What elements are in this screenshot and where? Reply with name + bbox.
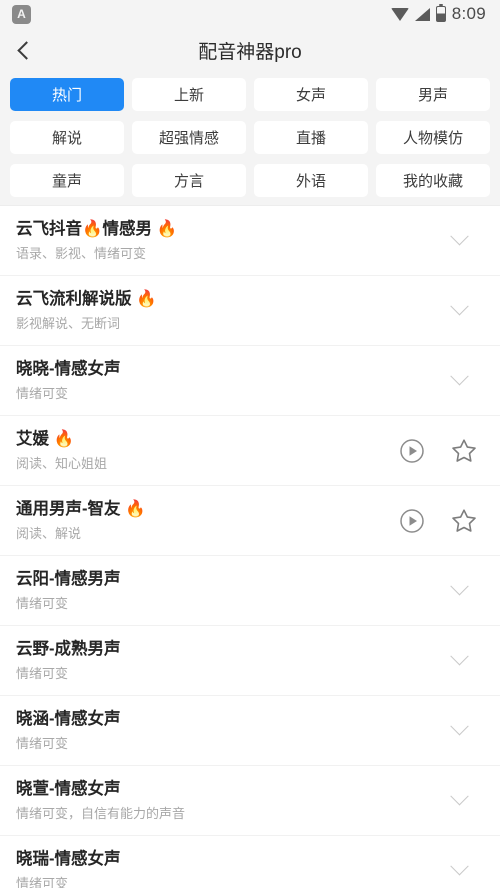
tab-livestream[interactable]: 直播	[254, 121, 368, 154]
star-icon	[452, 438, 476, 462]
chevron-down-icon[interactable]	[450, 367, 469, 386]
voice-description: 阅读、知心姐姐	[16, 456, 108, 472]
list-item-actions	[398, 437, 484, 465]
list-item[interactable]: 晓涵-情感女声 情绪可变	[0, 696, 500, 766]
voice-name: 晓晓-情感女声	[16, 360, 121, 379]
favorite-button[interactable]	[450, 507, 478, 535]
voice-description: 情绪可变，自信有能力的声音	[16, 806, 186, 822]
voice-name: 晓涵-情感女声	[16, 710, 121, 729]
voice-name: 云野-成熟男声	[16, 640, 121, 659]
voice-description: 情绪可变	[16, 876, 69, 888]
chevron-down-icon[interactable]	[450, 577, 469, 596]
voice-name: 云飞抖音🔥情感男 🔥	[16, 220, 178, 239]
chevron-down-icon[interactable]	[450, 297, 469, 316]
back-chevron-icon	[16, 40, 36, 60]
chevron-down-icon[interactable]	[450, 717, 469, 736]
app-bar: 配音神器pro	[0, 28, 500, 72]
voice-name: 晓萱-情感女声	[16, 780, 121, 799]
status-bar-clock: 8:09	[451, 4, 486, 23]
voice-description: 情绪可变	[16, 386, 69, 402]
status-bar-left: A	[12, 4, 31, 24]
list-item-actions	[450, 647, 484, 667]
page-title: 配音神器pro	[198, 41, 302, 63]
list-item[interactable]: 艾媛 🔥 阅读、知心姐姐	[0, 416, 500, 486]
voice-name: 云飞流利解说版 🔥	[16, 290, 157, 309]
back-button[interactable]	[0, 28, 48, 72]
voice-description: 影视解说、无断词	[16, 316, 121, 332]
list-item-actions	[450, 787, 484, 807]
list-item-actions	[450, 367, 484, 387]
voice-name: 云阳-情感男声	[16, 570, 121, 589]
list-item-text: 云野-成熟男声 情绪可变	[16, 639, 453, 681]
voice-description: 阅读、解说	[16, 526, 82, 542]
tab-narration[interactable]: 解说	[10, 121, 124, 154]
app-notification-icon: A	[12, 4, 31, 24]
list-item[interactable]: 晓晓-情感女声 情绪可变	[0, 346, 500, 416]
tab-new[interactable]: 上新	[132, 78, 246, 111]
voice-description: 语录、影视、情绪可变	[16, 246, 147, 262]
chevron-down-icon[interactable]	[450, 227, 469, 246]
star-icon	[452, 508, 476, 532]
list-item-text: 晓萱-情感女声 情绪可变，自信有能力的声音	[16, 779, 453, 821]
list-item-actions	[450, 857, 484, 877]
list-item-actions	[450, 227, 484, 247]
list-item-text: 通用男声-智友 🔥 阅读、解说	[16, 499, 398, 541]
chevron-down-icon[interactable]	[450, 787, 469, 806]
play-circle-icon	[400, 438, 424, 463]
tab-my-favorites[interactable]: 我的收藏	[376, 164, 490, 197]
voice-name: 通用男声-智友 🔥	[16, 500, 146, 519]
list-item[interactable]: 通用男声-智友 🔥 阅读、解说	[0, 486, 500, 556]
list-item-text: 云飞抖音🔥情感男 🔥 语录、影视、情绪可变	[16, 219, 453, 261]
tab-male-voice[interactable]: 男声	[376, 78, 490, 111]
tab-strong-emotion[interactable]: 超强情感	[132, 121, 246, 154]
category-tab-grid: 热门 上新 女声 男声 解说 超强情感 直播 人物模仿 童声 方言 外语 我的收…	[0, 72, 500, 205]
battery-icon	[435, 3, 446, 22]
status-bar: A 8:09	[0, 0, 500, 28]
tab-hot[interactable]: 热门	[10, 78, 124, 111]
tab-child-voice[interactable]: 童声	[10, 164, 124, 197]
voice-list: 云飞抖音🔥情感男 🔥 语录、影视、情绪可变 云飞流利解说版 🔥 影视解说、无断词…	[0, 205, 500, 888]
list-item-text: 云飞流利解说版 🔥 影视解说、无断词	[16, 289, 453, 331]
chevron-down-icon[interactable]	[450, 857, 469, 876]
play-button[interactable]	[398, 507, 426, 535]
list-item-text: 晓涵-情感女声 情绪可变	[16, 709, 453, 751]
tab-foreign-language[interactable]: 外语	[254, 164, 368, 197]
list-item-text: 晓瑞-情感女声 情绪可变	[16, 849, 453, 888]
list-item[interactable]: 云野-成熟男声 情绪可变	[0, 626, 500, 696]
list-item[interactable]: 晓瑞-情感女声 情绪可变	[0, 836, 500, 888]
list-item[interactable]: 云阳-情感男声 情绪可变	[0, 556, 500, 626]
list-item-text: 云阳-情感男声 情绪可变	[16, 569, 453, 611]
play-circle-icon	[400, 508, 424, 533]
chevron-down-icon[interactable]	[450, 647, 469, 666]
list-item[interactable]: 云飞抖音🔥情感男 🔥 语录、影视、情绪可变	[0, 206, 500, 276]
list-item-actions	[450, 717, 484, 737]
list-item-text: 艾媛 🔥 阅读、知心姐姐	[16, 429, 398, 471]
signal-icon	[414, 7, 430, 21]
status-bar-right: 8:09	[390, 3, 486, 24]
list-item-actions	[450, 297, 484, 317]
list-item-actions	[450, 577, 484, 597]
favorite-button[interactable]	[450, 437, 478, 465]
phone-screen: A 8:09 配音神器pro 热门 上新 女声 男声 解说 超强情感 直播 人物…	[0, 0, 500, 888]
voice-description: 情绪可变	[16, 596, 69, 612]
tab-character-imitation[interactable]: 人物模仿	[376, 121, 490, 154]
list-item[interactable]: 云飞流利解说版 🔥 影视解说、无断词	[0, 276, 500, 346]
voice-description: 情绪可变	[16, 666, 69, 682]
tab-female-voice[interactable]: 女声	[254, 78, 368, 111]
list-item-actions	[398, 507, 484, 535]
voice-description: 情绪可变	[16, 736, 69, 752]
play-button[interactable]	[398, 437, 426, 465]
wifi-icon	[390, 7, 409, 21]
voice-name: 晓瑞-情感女声	[16, 850, 121, 869]
voice-name: 艾媛 🔥	[16, 430, 75, 449]
list-item[interactable]: 晓萱-情感女声 情绪可变，自信有能力的声音	[0, 766, 500, 836]
list-item-text: 晓晓-情感女声 情绪可变	[16, 359, 453, 401]
tab-dialect[interactable]: 方言	[132, 164, 246, 197]
